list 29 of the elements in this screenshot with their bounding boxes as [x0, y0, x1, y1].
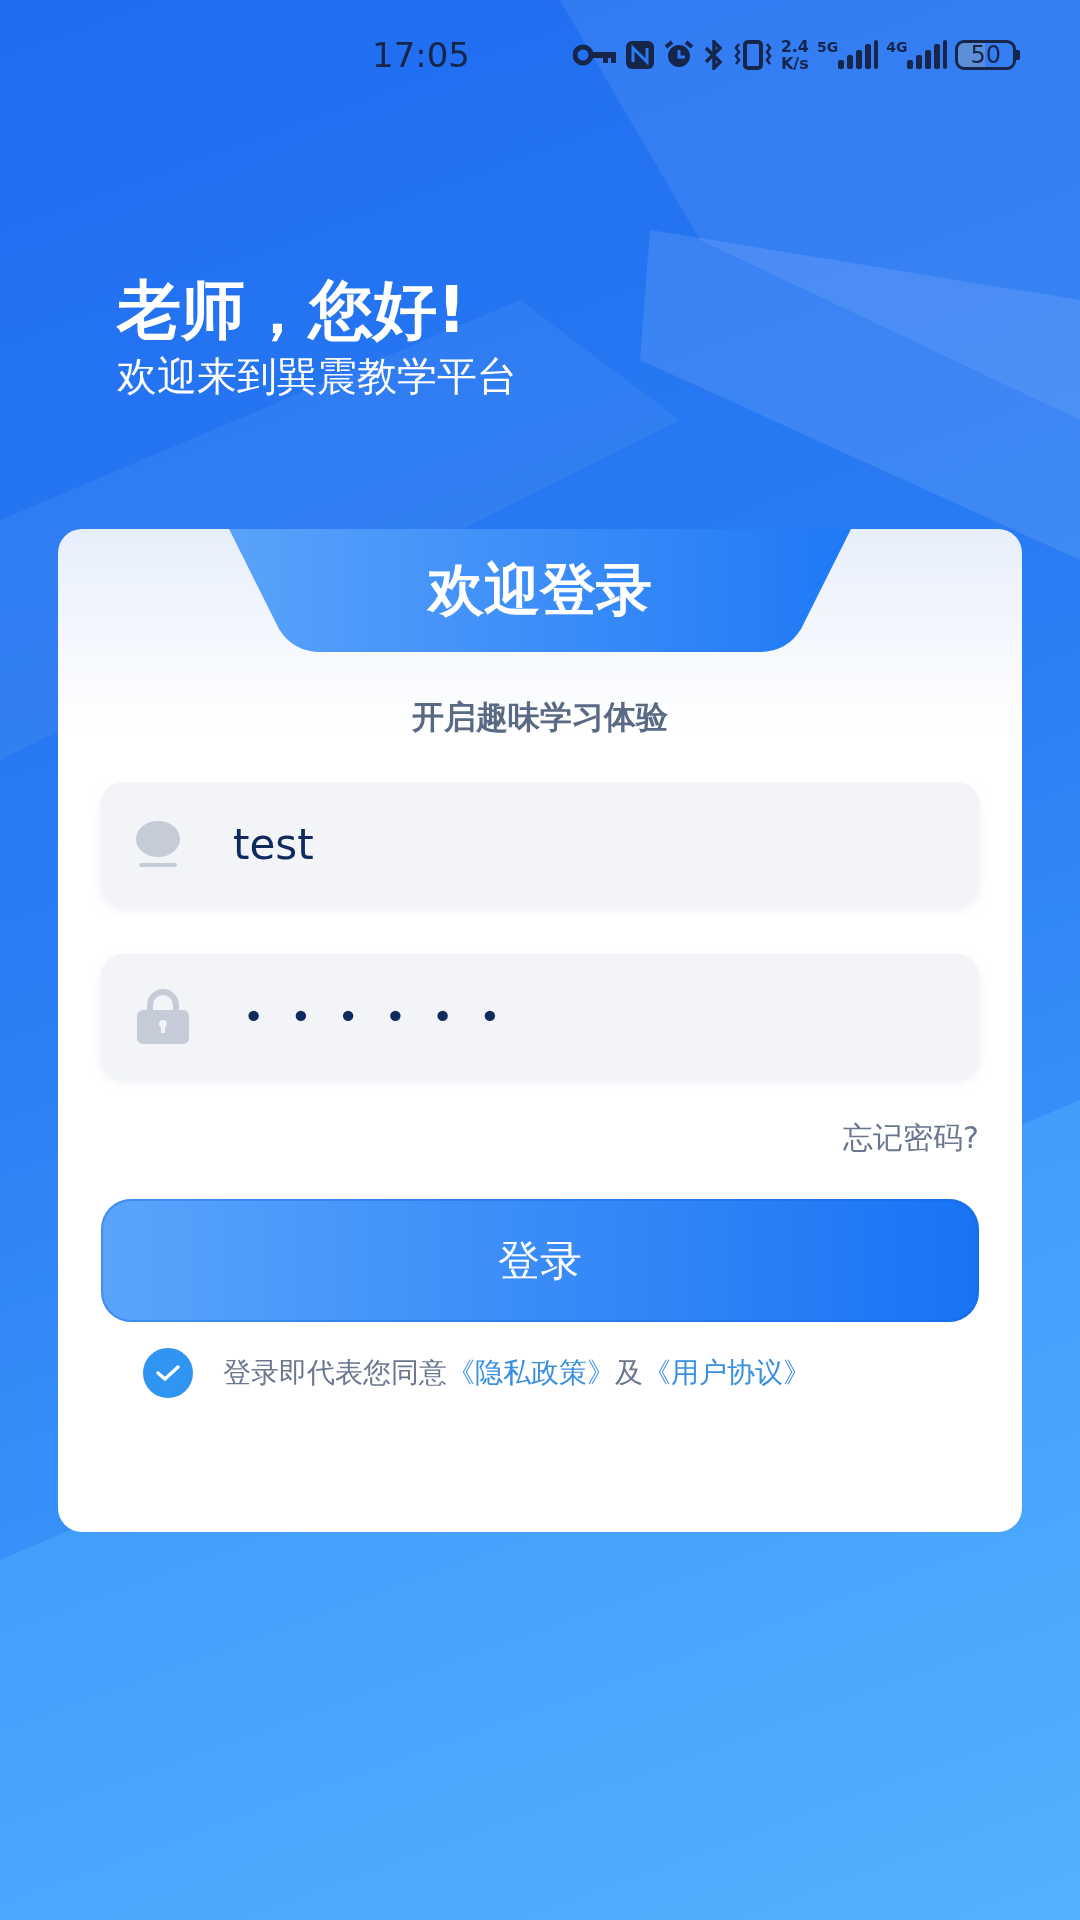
policy-link[interactable]: 《隐私政策》: [447, 1356, 615, 1389]
agreement-checkbox[interactable]: [143, 1348, 193, 1398]
vibrate-icon: [732, 40, 773, 70]
greeting-subtitle: 欢迎来到巽震教学平台: [117, 352, 518, 401]
bluetooth-icon: [702, 40, 725, 70]
greeting-title: 老师，您好!: [117, 272, 468, 349]
agreement-text: 登录即代表您同意《隐私政策》及《用户协议》: [223, 1355, 811, 1391]
speed-unit: K/s: [780, 55, 809, 72]
forgot-password-link[interactable]: 忘记密码?: [843, 1118, 979, 1159]
card-title: 欢迎登录: [428, 555, 652, 624]
password-field[interactable]: ••••••: [101, 954, 979, 1078]
check-icon: [155, 1363, 181, 1383]
alarm-icon: [662, 40, 695, 70]
nfc-icon: [624, 40, 655, 70]
login-button[interactable]: 登录: [101, 1199, 979, 1322]
battery-level: 50: [955, 40, 1016, 70]
network-type: 5G: [817, 40, 839, 54]
username-field[interactable]: test: [101, 782, 979, 906]
user-icon: [135, 821, 181, 867]
battery-tip: [1016, 50, 1020, 60]
signal-icon: [838, 40, 879, 70]
network-type: 4G: [886, 40, 908, 54]
signal-icon: [907, 40, 948, 70]
clock-time: 17:05: [372, 35, 470, 75]
policy-link[interactable]: 《用户协议》: [643, 1356, 811, 1389]
network-speed: 2.4: [780, 38, 809, 55]
lock-icon: [135, 988, 191, 1044]
key-icon: [572, 44, 617, 66]
tagline: 开启趣味学习体验: [412, 697, 668, 738]
